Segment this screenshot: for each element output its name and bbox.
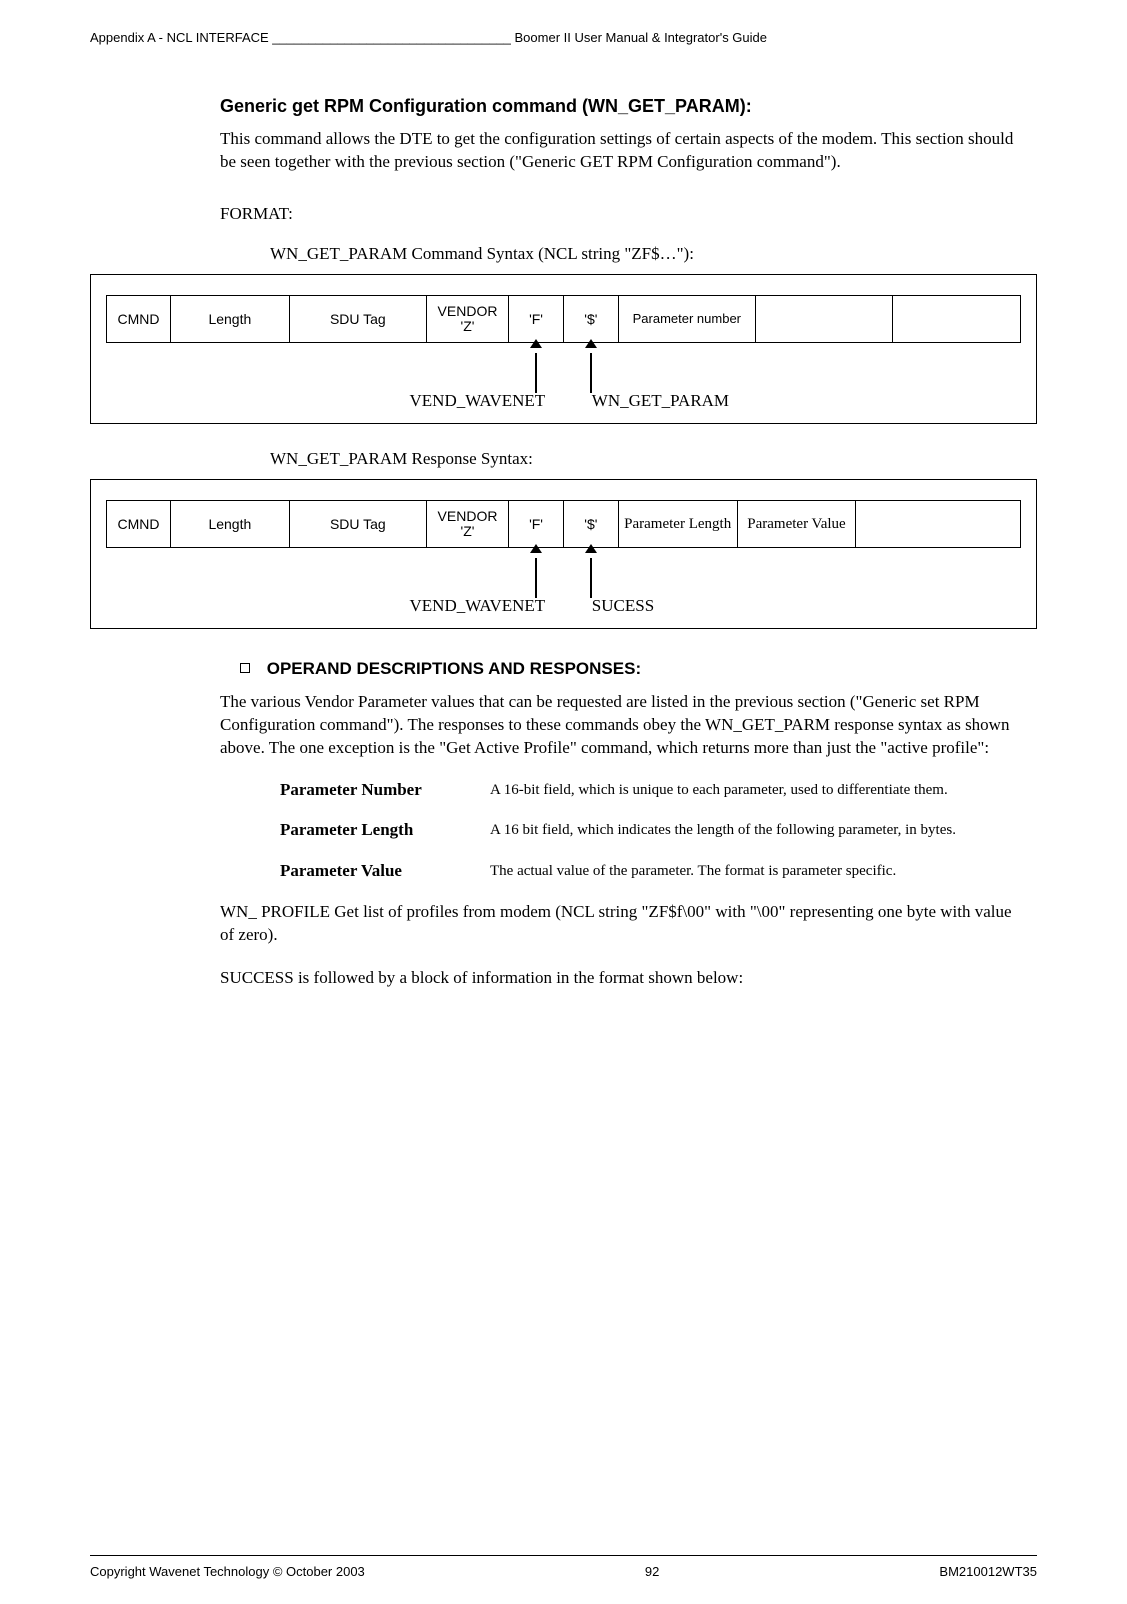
arrow-line bbox=[535, 353, 537, 393]
d2-callout-f: VEND_WAVENET bbox=[381, 596, 552, 616]
square-bullet-icon bbox=[240, 663, 250, 673]
arrow-up-icon bbox=[530, 339, 542, 348]
d2-cell-length: Length bbox=[170, 501, 289, 548]
footer: Copyright Wavenet Technology © October 2… bbox=[90, 1530, 1037, 1579]
d1-cell-empty2 bbox=[892, 296, 1020, 343]
wn-profile-paragraph: WN_ PROFILE Get list of profiles from mo… bbox=[220, 901, 1027, 947]
d2-cell-vendor: VENDOR 'Z' bbox=[426, 501, 508, 548]
d2-cell-plen: Parameter Length bbox=[618, 501, 737, 548]
def-term-0: Parameter Number bbox=[280, 780, 490, 800]
def-row-1: Parameter Length A 16 bit field, which i… bbox=[280, 820, 1027, 840]
d1-callout-s: WN_GET_PARAM bbox=[588, 391, 867, 411]
arrow-line bbox=[590, 558, 592, 598]
arrow-up-icon bbox=[585, 544, 597, 553]
operands-paragraph: The various Vendor Parameter values that… bbox=[220, 691, 1027, 760]
diagram1-row: CMND Length SDU Tag VENDOR 'Z' 'F' '$' P… bbox=[107, 296, 1021, 343]
content-area: Generic get RPM Configuration command (W… bbox=[220, 95, 1027, 990]
diagram2-table: CMND Length SDU Tag VENDOR 'Z' 'F' '$' P… bbox=[106, 500, 1021, 548]
def-term-1: Parameter Length bbox=[280, 820, 490, 840]
d2-cell-sdutag: SDU Tag bbox=[289, 501, 426, 548]
diagram1-table: CMND Length SDU Tag VENDOR 'Z' 'F' '$' P… bbox=[106, 295, 1021, 343]
diagram2-callouts: VEND_WAVENET SUCESS bbox=[106, 548, 1021, 618]
arrow-up-icon bbox=[530, 544, 542, 553]
d1-cell-vendor: VENDOR 'Z' bbox=[426, 296, 508, 343]
d1-cell-length: Length bbox=[170, 296, 289, 343]
success-paragraph: SUCCESS is followed by a block of inform… bbox=[220, 967, 1027, 990]
format-label: FORMAT: bbox=[220, 204, 1027, 224]
def-desc-2: The actual value of the parameter. The f… bbox=[490, 861, 1027, 881]
operands-heading-text: OPERAND DESCRIPTIONS AND RESPONSES: bbox=[267, 659, 641, 678]
d1-cell-empty1 bbox=[755, 296, 892, 343]
page-header: Appendix A - NCL INTERFACE _____________… bbox=[90, 30, 1037, 45]
header-text: Appendix A - NCL INTERFACE _____________… bbox=[90, 30, 767, 45]
footer-separator bbox=[90, 1555, 1037, 1556]
d1-cell-sdutag: SDU Tag bbox=[289, 296, 426, 343]
diagram1-frame: CMND Length SDU Tag VENDOR 'Z' 'F' '$' P… bbox=[90, 274, 1037, 424]
def-term-2: Parameter Value bbox=[280, 861, 490, 881]
arrow-line bbox=[535, 558, 537, 598]
d2-cell-cmnd: CMND bbox=[107, 501, 171, 548]
footer-left: Copyright Wavenet Technology © October 2… bbox=[90, 1564, 365, 1579]
d2-cell-empty bbox=[856, 501, 1021, 548]
diagram2-caption: WN_GET_PARAM Response Syntax: bbox=[270, 449, 1027, 469]
operands-heading: OPERAND DESCRIPTIONS AND RESPONSES: bbox=[240, 659, 1027, 679]
diagram1-callouts: VEND_WAVENET WN_GET_PARAM bbox=[106, 343, 1021, 413]
footer-page-number: 92 bbox=[645, 1564, 659, 1579]
diagram2-row: CMND Length SDU Tag VENDOR 'Z' 'F' '$' P… bbox=[107, 501, 1021, 548]
footer-right: BM210012WT35 bbox=[939, 1564, 1037, 1579]
intro-paragraph: This command allows the DTE to get the c… bbox=[220, 128, 1027, 174]
section-title: Generic get RPM Configuration command (W… bbox=[220, 95, 1027, 118]
diagram1: CMND Length SDU Tag VENDOR 'Z' 'F' '$' P… bbox=[90, 274, 1037, 424]
d1-cell-param: Parameter number bbox=[618, 296, 755, 343]
def-row-0: Parameter Number A 16-bit field, which i… bbox=[280, 780, 1027, 800]
d1-callout-f: VEND_WAVENET bbox=[381, 391, 552, 411]
def-row-2: Parameter Value The actual value of the … bbox=[280, 861, 1027, 881]
arrow-up-icon bbox=[585, 339, 597, 348]
def-desc-1: A 16 bit field, which indicates the leng… bbox=[490, 820, 1027, 840]
d1-cell-cmnd: CMND bbox=[107, 296, 171, 343]
diagram1-caption: WN_GET_PARAM Command Syntax (NCL string … bbox=[270, 244, 1027, 264]
diagram2: CMND Length SDU Tag VENDOR 'Z' 'F' '$' P… bbox=[90, 479, 1037, 629]
d2-callout-s: SUCESS bbox=[588, 596, 775, 616]
definitions-list: Parameter Number A 16-bit field, which i… bbox=[220, 780, 1027, 881]
d2-cell-pval: Parameter Value bbox=[737, 501, 856, 548]
diagram2-frame: CMND Length SDU Tag VENDOR 'Z' 'F' '$' P… bbox=[90, 479, 1037, 629]
def-desc-0: A 16-bit field, which is unique to each … bbox=[490, 780, 1027, 800]
page: Appendix A - NCL INTERFACE _____________… bbox=[0, 0, 1127, 1604]
arrow-line bbox=[590, 353, 592, 393]
